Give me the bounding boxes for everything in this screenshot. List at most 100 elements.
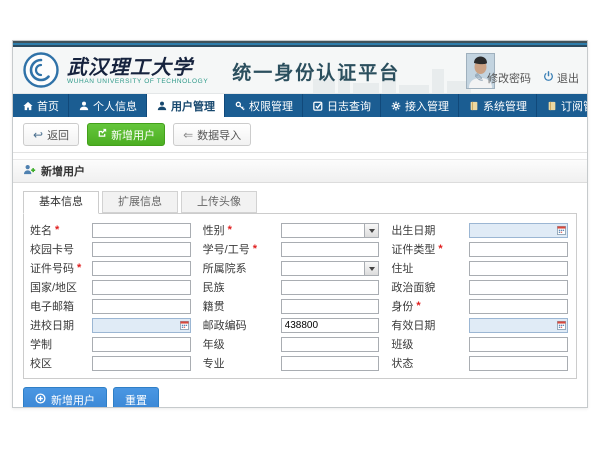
reset-button[interactable]: 重置 (113, 387, 159, 408)
field-control (92, 223, 191, 238)
field-input[interactable] (92, 242, 191, 257)
dropdown-arrow-icon[interactable] (364, 224, 378, 237)
nav-tab[interactable]: 订阅管理 (537, 94, 588, 117)
field-label: 学号/工号 * (203, 241, 269, 257)
field-input[interactable] (469, 337, 568, 352)
field-input[interactable] (469, 242, 568, 257)
field-control (281, 242, 380, 257)
user-icon (156, 100, 167, 111)
required-marker: * (253, 243, 257, 255)
field-label: 进校日期 (30, 317, 80, 333)
logout-link[interactable]: 退出 (543, 70, 579, 86)
nav-tab[interactable]: 日志查询 (303, 94, 381, 117)
field-input[interactable] (281, 299, 380, 314)
field-label: 国家/地区 (30, 279, 80, 295)
field-label: 专业 (203, 355, 269, 371)
import-arrow-icon: ⇐ (183, 129, 193, 141)
dropdown-arrow-icon[interactable] (364, 262, 378, 275)
field-input[interactable] (469, 356, 568, 371)
field-input[interactable] (92, 261, 191, 276)
notebook-icon (468, 100, 479, 111)
field-label: 校园卡号 (30, 241, 80, 257)
nav-tab[interactable]: 权限管理 (225, 94, 303, 117)
field-input[interactable] (469, 318, 568, 333)
gear-icon (390, 100, 401, 111)
field-label: 状态 (391, 355, 457, 371)
field-input[interactable] (92, 280, 191, 295)
field-control (92, 280, 191, 295)
submit-add-user-button[interactable]: 新增用户 (23, 387, 107, 408)
power-icon (543, 71, 554, 85)
field-label: 有效日期 (391, 317, 457, 333)
nav-tab[interactable]: 个人信息 (69, 94, 147, 117)
calendar-icon[interactable] (557, 320, 566, 333)
field-control (469, 280, 568, 295)
back-button[interactable]: ↩ 返回 (23, 123, 79, 146)
field-control (469, 318, 568, 333)
nav-tab[interactable]: 接入管理 (381, 94, 459, 117)
required-marker: * (228, 224, 232, 236)
check-square-icon (312, 100, 323, 111)
required-marker: * (416, 300, 420, 312)
platform-title: 统一身份认证平台 (232, 58, 400, 85)
field-input[interactable] (281, 242, 380, 257)
calendar-icon[interactable] (180, 320, 189, 333)
field-input[interactable] (469, 280, 568, 295)
field-label: 身份 * (391, 298, 457, 314)
form-actions: 新增用户 重置 (23, 387, 577, 408)
field-input[interactable] (281, 356, 380, 371)
field-input[interactable] (92, 318, 191, 333)
field-input[interactable] (469, 299, 568, 314)
nav-tab[interactable]: 系统管理 (459, 94, 537, 117)
add-user-icon (23, 164, 36, 178)
field-label: 籍贯 (203, 298, 269, 314)
field-label: 所属院系 (203, 260, 269, 276)
required-marker: * (77, 262, 81, 274)
nav-tab[interactable]: 首页 (13, 94, 69, 117)
nav-tab[interactable]: 用户管理 (147, 94, 225, 117)
notebook-icon (546, 100, 557, 111)
form-tab[interactable]: 扩展信息 (102, 191, 178, 213)
field-control (281, 261, 380, 276)
change-password-link[interactable]: ✎ 修改密码 (474, 70, 531, 86)
field-control (281, 318, 380, 333)
add-user-toolbar-button[interactable]: 新增用户 (87, 123, 165, 146)
field-input[interactable] (281, 337, 380, 352)
basic-info-panel: 姓名 * (23, 213, 577, 379)
pencil-icon: ✎ (474, 71, 484, 85)
field-label: 姓名 * (30, 222, 80, 238)
section-header: 新增用户 (13, 159, 587, 183)
field-control (92, 261, 191, 276)
field-control (92, 318, 191, 333)
field-input[interactable] (92, 337, 191, 352)
field-label: 校区 (30, 355, 80, 371)
field-input[interactable] (469, 223, 568, 238)
calendar-icon[interactable] (557, 225, 566, 238)
field-control (92, 299, 191, 314)
form-tab[interactable]: 基本信息 (23, 191, 99, 214)
field-input[interactable] (281, 280, 380, 295)
app-window: 武汉理工大学 WUHAN UNIVERSITY OF TECHNOLOGY 统一… (12, 40, 588, 408)
required-marker: * (55, 224, 59, 236)
field-control (469, 299, 568, 314)
field-input[interactable] (92, 223, 191, 238)
field-control (469, 356, 568, 371)
field-label: 民族 (203, 279, 269, 295)
field-control (469, 337, 568, 352)
field-control (92, 337, 191, 352)
field-input[interactable] (469, 261, 568, 276)
field-control (281, 356, 380, 371)
university-logo (23, 52, 59, 91)
field-input[interactable] (281, 318, 380, 333)
person-icon (78, 100, 89, 111)
data-import-button[interactable]: ⇐ 数据导入 (173, 123, 251, 146)
field-input[interactable] (92, 356, 191, 371)
field-input[interactable] (92, 299, 191, 314)
form-tab[interactable]: 上传头像 (181, 191, 257, 213)
field-label: 年级 (203, 336, 269, 352)
field-label: 性别 * (203, 222, 269, 238)
field-label: 学制 (30, 336, 80, 352)
field-control (281, 299, 380, 314)
field-control (281, 280, 380, 295)
key-icon (234, 100, 245, 111)
